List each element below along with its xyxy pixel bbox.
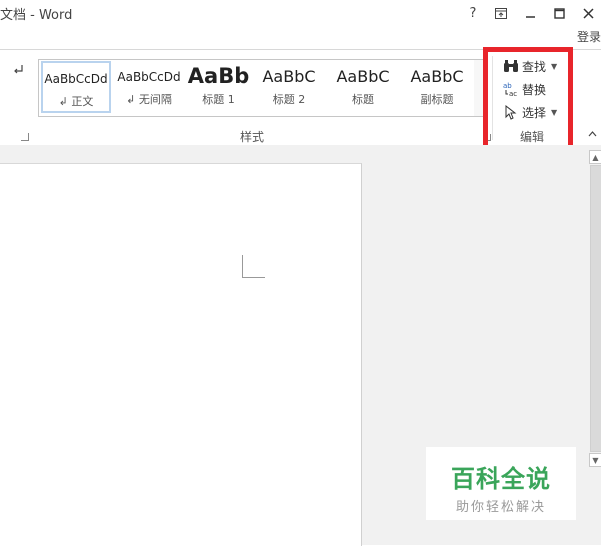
style-sample: AaBbC [336,67,390,86]
style-title[interactable]: AaBbC 标题 [327,61,399,113]
ribbon-display-options-button[interactable] [490,3,512,23]
style-heading-1[interactable]: AaBb 标题 1 [187,61,250,113]
collapse-ribbon-icon[interactable] [588,127,597,140]
style-sample: AaBbC [410,67,464,86]
style-label: ↲ 正文 [58,95,94,108]
title-bar: 文档 - Word ? [0,0,601,28]
maximize-button[interactable] [548,3,570,23]
style-sample: AaBb [187,64,250,88]
style-normal[interactable]: AaBbCcDd ↲ 正文 [41,61,111,113]
close-button[interactable] [577,3,599,23]
style-label: 副标题 [420,93,454,106]
watermark-title: 百科全说 [451,465,551,493]
sign-in-link[interactable]: 登录 [577,28,601,45]
style-sample: AaBbCcDd [44,72,108,86]
minimize-icon [525,15,535,18]
style-no-spacing[interactable]: AaBbCcDd ↲ 无间隔 [113,61,185,113]
document-page[interactable] [0,163,362,546]
style-heading-2[interactable]: AaBbC 标题 2 [253,61,325,113]
paragraph-mark-icon[interactable] [12,64,24,79]
minimize-button[interactable] [519,3,541,23]
style-label: 标题 2 [272,93,306,106]
watermark-subtitle: 助你轻松解决 [455,500,546,515]
scroll-up-icon[interactable]: ▲ [589,150,601,164]
styles-group-label: 样式 [240,130,265,144]
vertical-scrollbar[interactable]: ▲ ▼ [589,145,601,545]
watermark-logo: 百科全说 助你轻松解决 [426,447,576,520]
margin-corner-mark [242,255,265,278]
style-subtitle[interactable]: AaBbC 副标题 [401,61,473,113]
maximize-icon [553,7,565,19]
ribbon-display-icon [495,7,507,19]
style-sample: AaBbC [262,67,316,86]
styles-gallery: AaBbCcDd ↲ 正文 AaBbCcDd ↲ 无间隔 AaBb 标题 1 A… [38,59,476,117]
highlight-box [483,47,573,152]
close-icon [582,7,594,19]
help-button[interactable]: ? [462,3,484,23]
style-label: ↲ 无间隔 [126,93,172,106]
style-label: 标题 [352,93,374,106]
style-label: 标题 1 [202,93,235,106]
scroll-thumb[interactable] [590,165,601,452]
paragraph-group-launcher[interactable] [21,133,29,141]
scroll-down-icon[interactable]: ▼ [589,453,601,467]
style-sample: AaBbCcDd [117,70,181,84]
window-title: 文档 - Word [0,8,73,23]
